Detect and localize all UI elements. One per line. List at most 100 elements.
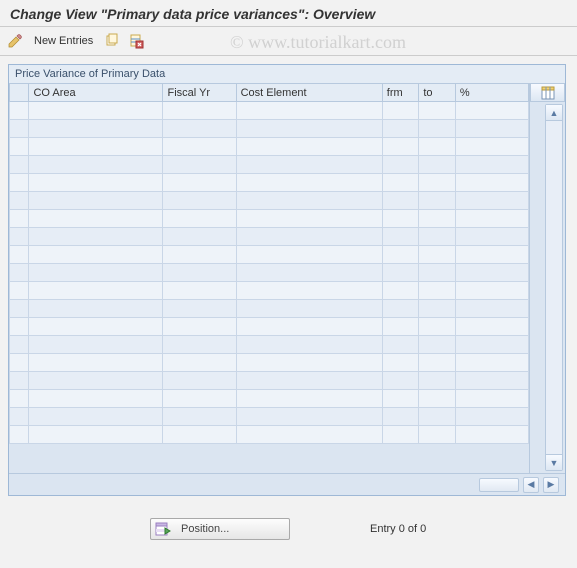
cell[interactable] [236, 318, 382, 336]
table-settings-icon[interactable] [530, 83, 565, 102]
row-selector[interactable] [10, 408, 29, 426]
cell[interactable] [382, 138, 419, 156]
row-selector[interactable] [10, 318, 29, 336]
cell[interactable] [163, 192, 236, 210]
cell[interactable] [382, 120, 419, 138]
cell[interactable] [382, 174, 419, 192]
cell[interactable] [419, 174, 456, 192]
table-row[interactable] [10, 300, 529, 318]
position-button[interactable]: Position... [150, 518, 290, 540]
cell[interactable] [29, 408, 163, 426]
cell[interactable] [236, 102, 382, 120]
cell[interactable] [236, 282, 382, 300]
scroll-up-icon[interactable]: ▲ [546, 105, 562, 121]
cell[interactable] [29, 264, 163, 282]
cell[interactable] [419, 192, 456, 210]
cell[interactable] [382, 246, 419, 264]
cell[interactable] [455, 228, 528, 246]
cell[interactable] [419, 264, 456, 282]
cell[interactable] [29, 102, 163, 120]
cell[interactable] [382, 372, 419, 390]
cell[interactable] [29, 354, 163, 372]
table-row[interactable] [10, 282, 529, 300]
cell[interactable] [382, 318, 419, 336]
cell[interactable] [236, 192, 382, 210]
cell[interactable] [29, 138, 163, 156]
cell[interactable] [455, 282, 528, 300]
horizontal-scroll-thumb[interactable] [479, 478, 519, 492]
cell[interactable] [236, 138, 382, 156]
table-row[interactable] [10, 138, 529, 156]
table-row[interactable] [10, 318, 529, 336]
cell[interactable] [419, 300, 456, 318]
column-header-cost-element[interactable]: Cost Element [236, 84, 382, 102]
column-header-percent[interactable]: % [455, 84, 528, 102]
cell[interactable] [236, 120, 382, 138]
table-row[interactable] [10, 426, 529, 444]
cell[interactable] [382, 264, 419, 282]
cell[interactable] [29, 300, 163, 318]
cell[interactable] [163, 318, 236, 336]
cell[interactable] [419, 246, 456, 264]
cell[interactable] [455, 174, 528, 192]
cell[interactable] [163, 336, 236, 354]
cell[interactable] [455, 120, 528, 138]
cell[interactable] [419, 120, 456, 138]
vertical-scrollbar[interactable]: ▲ ▼ [545, 104, 563, 471]
row-selector[interactable] [10, 156, 29, 174]
cell[interactable] [455, 354, 528, 372]
cell[interactable] [419, 354, 456, 372]
cell[interactable] [419, 336, 456, 354]
cell[interactable] [236, 300, 382, 318]
cell[interactable] [29, 174, 163, 192]
row-selector[interactable] [10, 102, 29, 120]
table-row[interactable] [10, 156, 529, 174]
row-selector[interactable] [10, 426, 29, 444]
cell[interactable] [382, 102, 419, 120]
cell[interactable] [163, 426, 236, 444]
cell[interactable] [163, 282, 236, 300]
scroll-right-icon[interactable]: ▶ [543, 477, 559, 493]
cell[interactable] [382, 282, 419, 300]
table-row[interactable] [10, 408, 529, 426]
cell[interactable] [419, 372, 456, 390]
cell[interactable] [236, 336, 382, 354]
cell[interactable] [455, 246, 528, 264]
cell[interactable] [419, 156, 456, 174]
delete-icon[interactable] [127, 32, 145, 50]
cell[interactable] [382, 156, 419, 174]
cell[interactable] [419, 390, 456, 408]
cell[interactable] [29, 210, 163, 228]
column-header-frm[interactable]: frm [382, 84, 419, 102]
cell[interactable] [382, 210, 419, 228]
cell[interactable] [419, 282, 456, 300]
cell[interactable] [236, 246, 382, 264]
table-row[interactable] [10, 228, 529, 246]
row-selector[interactable] [10, 192, 29, 210]
cell[interactable] [163, 120, 236, 138]
cell[interactable] [236, 426, 382, 444]
cell[interactable] [455, 138, 528, 156]
cell[interactable] [29, 318, 163, 336]
cell[interactable] [455, 408, 528, 426]
cell[interactable] [29, 336, 163, 354]
cell[interactable] [29, 282, 163, 300]
table-row[interactable] [10, 390, 529, 408]
cell[interactable] [236, 210, 382, 228]
row-selector[interactable] [10, 354, 29, 372]
table-row[interactable] [10, 192, 529, 210]
cell[interactable] [29, 228, 163, 246]
cell[interactable] [29, 192, 163, 210]
row-selector[interactable] [10, 174, 29, 192]
row-selector[interactable] [10, 120, 29, 138]
cell[interactable] [419, 426, 456, 444]
table-row[interactable] [10, 372, 529, 390]
cell[interactable] [382, 228, 419, 246]
cell[interactable] [163, 138, 236, 156]
cell[interactable] [419, 318, 456, 336]
row-selector[interactable] [10, 300, 29, 318]
row-selector[interactable] [10, 336, 29, 354]
row-selector[interactable] [10, 246, 29, 264]
table-row[interactable] [10, 336, 529, 354]
cell[interactable] [382, 336, 419, 354]
